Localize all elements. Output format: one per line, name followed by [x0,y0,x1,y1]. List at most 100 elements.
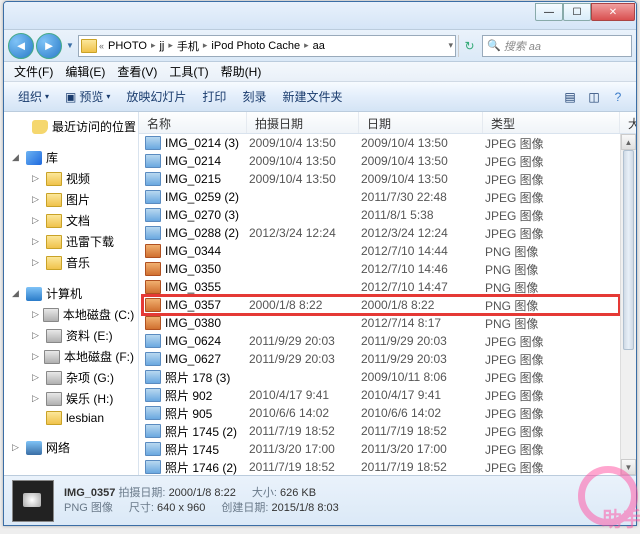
file-name: IMG_0627 [165,352,249,366]
breadcrumb-seg[interactable]: PHOTO [104,40,151,52]
file-type: PNG 图像 [485,243,636,260]
breadcrumb[interactable]: « PHOTO▸ jj▸ 手机▸ iPod Photo Cache▸ aa ▾ [78,35,456,57]
organize-button[interactable]: 组织 [10,85,57,108]
menu-view[interactable]: 查看(V) [111,61,163,82]
sidebar-computer[interactable]: ◢计算机 [4,283,138,304]
file-shot-date: 2000/1/8 8:22 [249,298,361,312]
pane-button[interactable]: ◫ [582,86,606,108]
table-row[interactable]: IMG_03572000/1/8 8:222000/1/8 8:22PNG 图像 [139,296,636,314]
table-row[interactable]: IMG_03502012/7/10 14:46PNG 图像 [139,260,636,278]
breadcrumb-seg[interactable]: iPod Photo Cache [207,40,304,52]
scrollbar-vertical[interactable]: ▲ ▼ [620,134,636,475]
file-type: JPEG 图像 [485,225,636,242]
recent-icon [32,120,48,134]
breadcrumb-dropdown[interactable]: ▾ [448,40,453,51]
table-row[interactable]: 照片 178 (3)2009/10/11 8:06JPEG 图像 [139,368,636,386]
refresh-button[interactable]: ↻ [458,35,480,57]
table-row[interactable]: 照片 1746 (2)2011/7/19 18:522011/7/19 18:5… [139,458,636,475]
table-row[interactable]: IMG_0288 (2)2012/3/24 12:242012/3/24 12:… [139,224,636,242]
file-shot-date: 2012/3/24 12:24 [249,226,361,240]
breadcrumb-seg[interactable]: aa [309,40,329,52]
sidebar-lesbian[interactable]: lesbian [4,409,138,427]
search-icon: 🔍 [487,39,501,52]
table-row[interactable]: IMG_02152009/10/4 13:502009/10/4 13:50JP… [139,170,636,188]
help-icon[interactable]: ? [606,86,630,108]
file-shot-date: 2009/10/4 13:50 [249,136,361,150]
burn-button[interactable]: 刻录 [234,85,274,108]
breadcrumb-seg[interactable]: jj [155,40,168,52]
file-date: 2009/10/4 13:50 [361,154,485,168]
slideshow-button[interactable]: 放映幻灯片 [118,85,194,108]
file-icon [145,136,161,150]
sidebar-recent[interactable]: 最近访问的位置 [4,116,138,137]
column-name[interactable]: 名称 [139,112,247,133]
table-row[interactable]: IMG_02142009/10/4 13:502009/10/4 13:50JP… [139,152,636,170]
table-row[interactable]: IMG_06272011/9/29 20:032011/9/29 20:03JP… [139,350,636,368]
sidebar-drive-e[interactable]: ▷资料 (E:) [4,325,138,346]
sidebar-documents[interactable]: ▷文档 [4,210,138,231]
collapse-icon[interactable]: ◢ [12,288,22,299]
close-button[interactable]: ✕ [591,3,635,21]
menu-help[interactable]: 帮助(H) [215,61,268,82]
file-name: IMG_0357 [165,298,249,312]
scroll-up-button[interactable]: ▲ [621,134,636,150]
table-row[interactable]: 照片 17452011/3/20 17:002011/3/20 17:00JPE… [139,440,636,458]
file-list[interactable]: IMG_0214 (3)2009/10/4 13:502009/10/4 13:… [139,134,636,475]
file-name: IMG_0214 (3) [165,136,249,150]
file-name: 照片 178 (3) [165,369,249,386]
column-date[interactable]: 日期 [359,112,483,133]
minimize-button[interactable]: — [535,3,563,21]
menu-edit[interactable]: 编辑(E) [59,61,111,82]
back-button[interactable]: ◄ [8,33,34,59]
column-type[interactable]: 类型 [483,112,620,133]
collapse-icon[interactable]: ◢ [12,152,22,163]
sidebar-drive-g[interactable]: ▷杂项 (G:) [4,367,138,388]
file-icon [145,424,161,438]
new-folder-button[interactable]: 新建文件夹 [274,85,350,108]
sidebar-drive-f[interactable]: ▷本地磁盘 (F:) [4,346,138,367]
folder-icon [46,256,62,270]
table-row[interactable]: IMG_06242011/9/29 20:032011/9/29 20:03JP… [139,332,636,350]
file-type: JPEG 图像 [485,405,636,422]
forward-button[interactable]: ► [36,33,62,59]
status-filename: IMG_0357 [64,487,115,499]
table-row[interactable]: IMG_0214 (3)2009/10/4 13:502009/10/4 13:… [139,134,636,152]
table-row[interactable]: 照片 9022010/4/17 9:412010/4/17 9:41JPEG 图… [139,386,636,404]
table-row[interactable]: 照片 9052010/6/6 14:022010/6/6 14:02JPEG 图… [139,404,636,422]
column-headers: 名称 拍摄日期 日期 类型 大 [139,112,636,134]
sidebar-drive-h[interactable]: ▷娱乐 (H:) [4,388,138,409]
window-controls: — ☐ ✕ [535,3,635,21]
file-name: IMG_0624 [165,334,249,348]
sidebar-music[interactable]: ▷音乐 [4,252,138,273]
sidebar-network[interactable]: ▷网络 [4,437,138,458]
table-row[interactable]: IMG_03802012/7/14 8:17PNG 图像 [139,314,636,332]
history-dropdown[interactable]: ▼ [64,33,76,59]
menu-tools[interactable]: 工具(T) [163,61,214,82]
drive-icon [46,371,62,385]
breadcrumb-seg[interactable]: 手机 [173,38,203,54]
table-row[interactable]: IMG_0270 (3)2011/8/1 5:38JPEG 图像 [139,206,636,224]
table-row[interactable]: IMG_03552012/7/10 14:47PNG 图像 [139,278,636,296]
table-row[interactable]: IMG_03442012/7/10 14:44PNG 图像 [139,242,636,260]
sidebar-drive-c[interactable]: ▷本地磁盘 (C:) [4,304,138,325]
search-input[interactable]: 🔍 搜索 aa [482,35,632,57]
sidebar-xunlei[interactable]: ▷迅雷下载 [4,231,138,252]
preview-button[interactable]: ▣ 预览 [57,85,118,108]
column-shot-date[interactable]: 拍摄日期 [247,112,359,133]
table-row[interactable]: IMG_0259 (2)2011/7/30 22:48JPEG 图像 [139,188,636,206]
file-icon [145,352,161,366]
scroll-thumb[interactable] [623,150,634,350]
print-button[interactable]: 打印 [194,85,234,108]
status-text: IMG_0357 拍摄日期: 2000/1/8 8:22 大小: 626 KB … [64,486,339,515]
menu-file[interactable]: 文件(F) [8,61,59,82]
sidebar-pictures[interactable]: ▷图片 [4,189,138,210]
sidebar-libraries[interactable]: ◢库 [4,147,138,168]
view-mode-button[interactable]: ▤ [558,86,582,108]
maximize-button[interactable]: ☐ [563,3,591,21]
file-name: IMG_0355 [165,280,249,294]
file-name: IMG_0270 (3) [165,208,249,222]
sidebar-videos[interactable]: ▷视频 [4,168,138,189]
file-date: 2012/3/24 12:24 [361,226,485,240]
scroll-down-button[interactable]: ▼ [621,459,636,475]
table-row[interactable]: 照片 1745 (2)2011/7/19 18:522011/7/19 18:5… [139,422,636,440]
